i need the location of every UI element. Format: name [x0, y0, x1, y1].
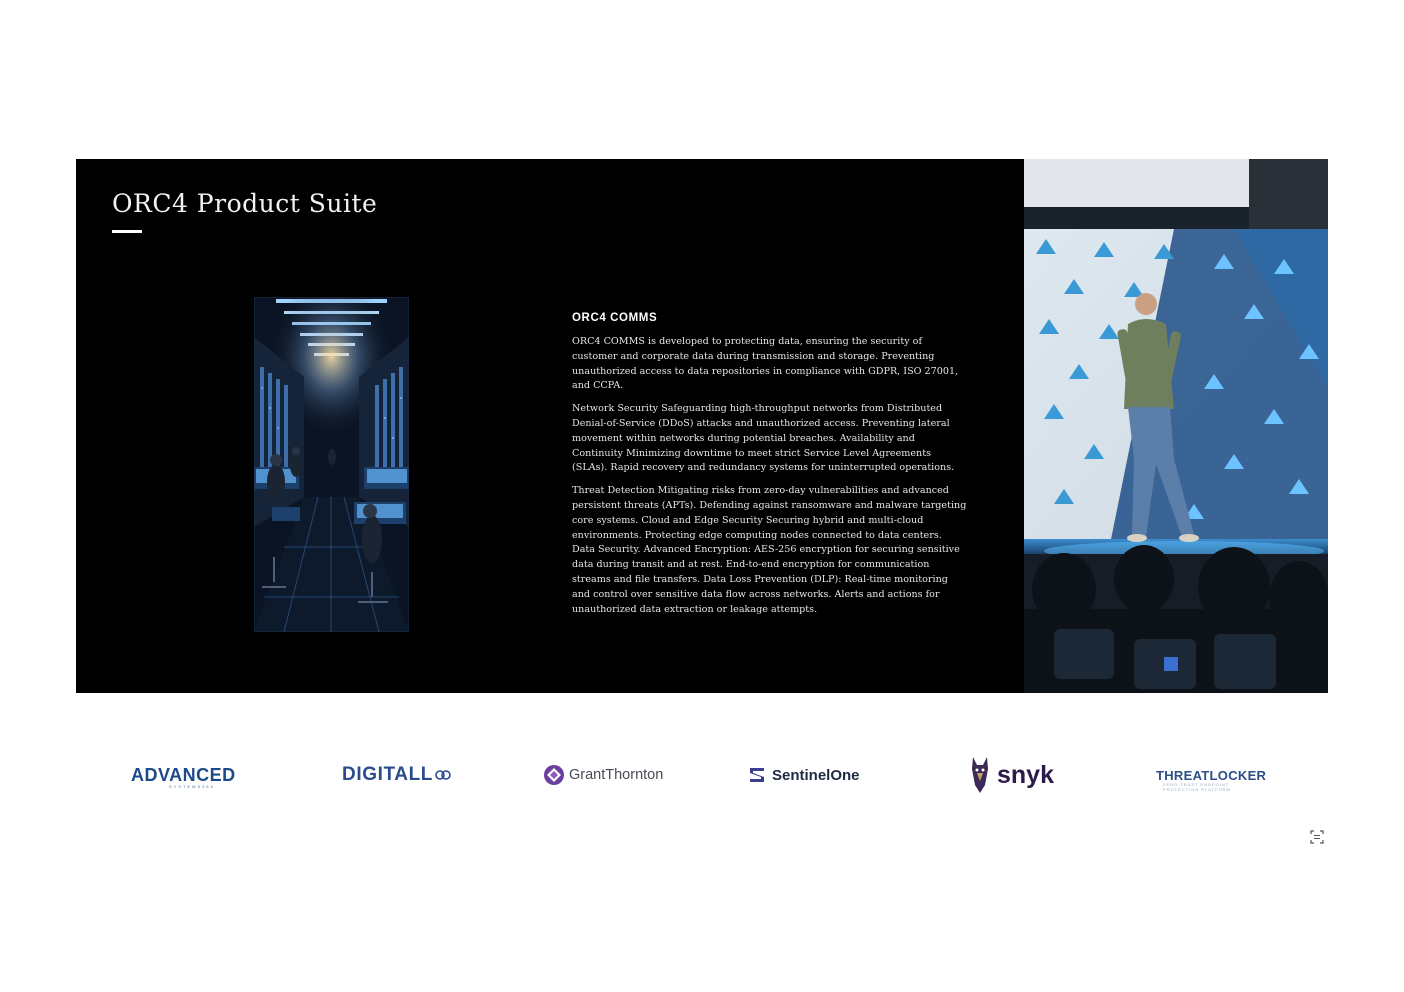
threatlocker-wordmark: THREATLOCKER	[1156, 767, 1267, 783]
slide-title: ORC4 Product Suite	[112, 189, 378, 218]
logo-snyk: snyk	[969, 745, 1054, 805]
data-center-illustration	[254, 297, 409, 632]
sentinelone-mark-icon	[750, 768, 764, 782]
advanced-subtitle: SYSTEMS365	[169, 784, 215, 789]
logo-digitall: DIGITALL	[342, 745, 451, 805]
data-center-image	[254, 297, 409, 632]
sentinelone-wordmark: SentinelOne	[772, 766, 860, 784]
video-frame: ORC4 Product Suite ORC4 COMMS ORC4 COMMS…	[76, 159, 1328, 693]
snyk-wordmark: snyk	[997, 760, 1054, 789]
scan-text-button[interactable]	[1300, 823, 1334, 851]
digitall-loop-icon	[435, 770, 451, 780]
logo-sentinelone: SentinelOne	[747, 745, 860, 805]
paragraph-network-security: Network Security Safeguarding high-throu…	[572, 403, 955, 474]
snyk-dog-icon	[972, 757, 988, 793]
paragraph-overview: ORC4 COMMS is developed to protecting da…	[572, 336, 959, 392]
section-heading: ORC4 COMMS	[572, 312, 658, 324]
logo-grant-thornton: GrantThornton	[543, 745, 663, 805]
advanced-wordmark: ADVANCED	[131, 764, 236, 785]
title-underline	[112, 230, 142, 233]
digitall-wordmark: DIGITALL	[342, 764, 433, 785]
scan-text-icon	[1310, 830, 1324, 844]
logo-advanced-systems: ADVANCED SYSTEMS365	[131, 745, 236, 805]
grant-thornton-mark-icon	[544, 765, 564, 785]
product-description: ORC4 COMMS ORC4 COMMS is developed to pr…	[572, 312, 967, 625]
speaker-camera-feed	[1024, 159, 1328, 693]
threatlocker-tagline: ZERO TRUST ENDPOINT PROTECTION PLATFORM	[1163, 782, 1231, 792]
grant-thornton-wordmark: GrantThornton	[569, 767, 664, 783]
paragraph-threat-detection: Threat Detection Mitigating risks from z…	[572, 485, 967, 615]
sponsor-logos: ADVANCED SYSTEMS365 DIGITALL GrantThornt…	[76, 745, 1328, 805]
speaker-stage-photo	[1024, 159, 1328, 693]
logo-threatlocker: THREATLOCKER ZERO TRUST ENDPOINT PROTECT…	[1156, 745, 1266, 805]
